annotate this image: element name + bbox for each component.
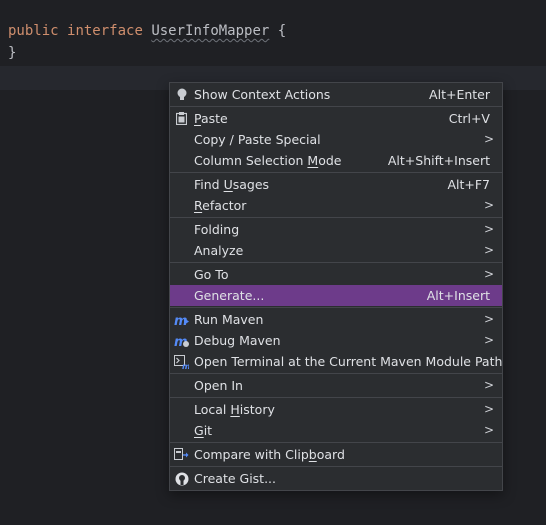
submenu-arrow-icon: >: [483, 222, 494, 236]
shortcut-label: Ctrl+V: [448, 111, 490, 126]
menu-item-paste[interactable]: Paste Ctrl+V: [170, 108, 502, 129]
shortcut-label: Alt+F7: [447, 177, 490, 192]
submenu-arrow-icon: >: [483, 198, 494, 212]
shortcut-label: Alt+Shift+Insert: [387, 153, 490, 168]
menu-item-label: Paste: [194, 111, 228, 126]
menu-separator: [170, 442, 502, 443]
menu-item-debug-maven[interactable]: m Debug Maven >: [170, 330, 502, 351]
menu-item-label: Find Usages: [194, 177, 270, 192]
menu-item-label: Run Maven: [194, 312, 264, 327]
menu-item-folding[interactable]: Folding >: [170, 219, 502, 240]
context-menu: Show Context Actions Alt+Enter Paste Ctr…: [169, 82, 503, 491]
menu-separator: [170, 217, 502, 218]
menu-item-compare-clipboard[interactable]: Compare with Clipboard: [170, 444, 502, 465]
menu-item-label: Copy / Paste Special: [194, 132, 321, 147]
submenu-arrow-icon: >: [483, 267, 494, 281]
menu-item-label: Refactor: [194, 198, 247, 213]
compare-icon: [174, 447, 189, 462]
menu-separator: [170, 307, 502, 308]
menu-item-label: Open Terminal at the Current Maven Modul…: [194, 354, 503, 369]
submenu-arrow-icon: >: [483, 402, 494, 416]
menu-item-git[interactable]: Git >: [170, 420, 502, 441]
menu-item-column-selection-mode[interactable]: Column Selection Mode Alt+Shift+Insert: [170, 150, 502, 171]
maven-debug-icon: m: [174, 333, 189, 348]
shortcut-label: Alt+Enter: [429, 87, 490, 102]
menu-item-label: Compare with Clipboard: [194, 447, 345, 462]
submenu-arrow-icon: >: [483, 132, 494, 146]
menu-item-label: Folding: [194, 222, 240, 237]
open-brace: {: [277, 23, 287, 39]
terminal-icon: m: [174, 354, 189, 369]
bulb-icon: [174, 87, 189, 102]
menu-separator: [170, 262, 502, 263]
menu-item-create-gist[interactable]: Create Gist...: [170, 468, 502, 489]
menu-separator: [170, 172, 502, 173]
menu-item-label: Git: [194, 423, 213, 438]
menu-item-analyze[interactable]: Analyze >: [170, 240, 502, 261]
menu-item-label: Create Gist...: [194, 471, 277, 486]
keyword-public: public: [8, 23, 59, 39]
submenu-arrow-icon: >: [483, 423, 494, 437]
menu-item-refactor[interactable]: Refactor >: [170, 195, 502, 216]
svg-text:m: m: [182, 362, 189, 369]
clipboard-icon: [174, 111, 189, 126]
menu-item-label: Show Context Actions: [194, 87, 331, 102]
code-line-2: }: [8, 45, 17, 61]
menu-item-label: Debug Maven: [194, 333, 281, 348]
class-name[interactable]: UserInfoMapper: [151, 23, 269, 39]
menu-separator: [170, 466, 502, 467]
menu-item-label: Go To: [194, 267, 229, 282]
shortcut-label: Alt+Insert: [426, 288, 490, 303]
menu-item-copy-paste-special[interactable]: Copy / Paste Special >: [170, 129, 502, 150]
menu-item-run-maven[interactable]: m Run Maven >: [170, 309, 502, 330]
menu-separator: [170, 397, 502, 398]
menu-item-go-to[interactable]: Go To >: [170, 264, 502, 285]
keyword-interface: interface: [67, 23, 143, 39]
submenu-arrow-icon: >: [483, 312, 494, 326]
menu-item-generate[interactable]: Generate... Alt+Insert: [170, 285, 502, 306]
submenu-arrow-icon: >: [483, 378, 494, 392]
maven-run-icon: m: [174, 312, 189, 327]
menu-item-local-history[interactable]: Local History >: [170, 399, 502, 420]
code-line-1: public interface UserInfoMapper {: [8, 20, 286, 42]
menu-item-show-context-actions[interactable]: Show Context Actions Alt+Enter: [170, 84, 502, 105]
menu-item-label: Open In: [194, 378, 243, 393]
menu-separator: [170, 373, 502, 374]
menu-item-label: Generate...: [194, 288, 265, 303]
menu-item-open-terminal-maven[interactable]: m Open Terminal at the Current Maven Mod…: [170, 351, 502, 372]
submenu-arrow-icon: >: [483, 333, 494, 347]
menu-item-label: Column Selection Mode: [194, 153, 342, 168]
menu-item-label: Analyze: [194, 243, 244, 258]
menu-item-label: Local History: [194, 402, 275, 417]
github-icon: [174, 471, 189, 486]
menu-item-find-usages[interactable]: Find Usages Alt+F7: [170, 174, 502, 195]
submenu-arrow-icon: >: [483, 243, 494, 257]
menu-separator: [170, 106, 502, 107]
menu-item-open-in[interactable]: Open In >: [170, 375, 502, 396]
